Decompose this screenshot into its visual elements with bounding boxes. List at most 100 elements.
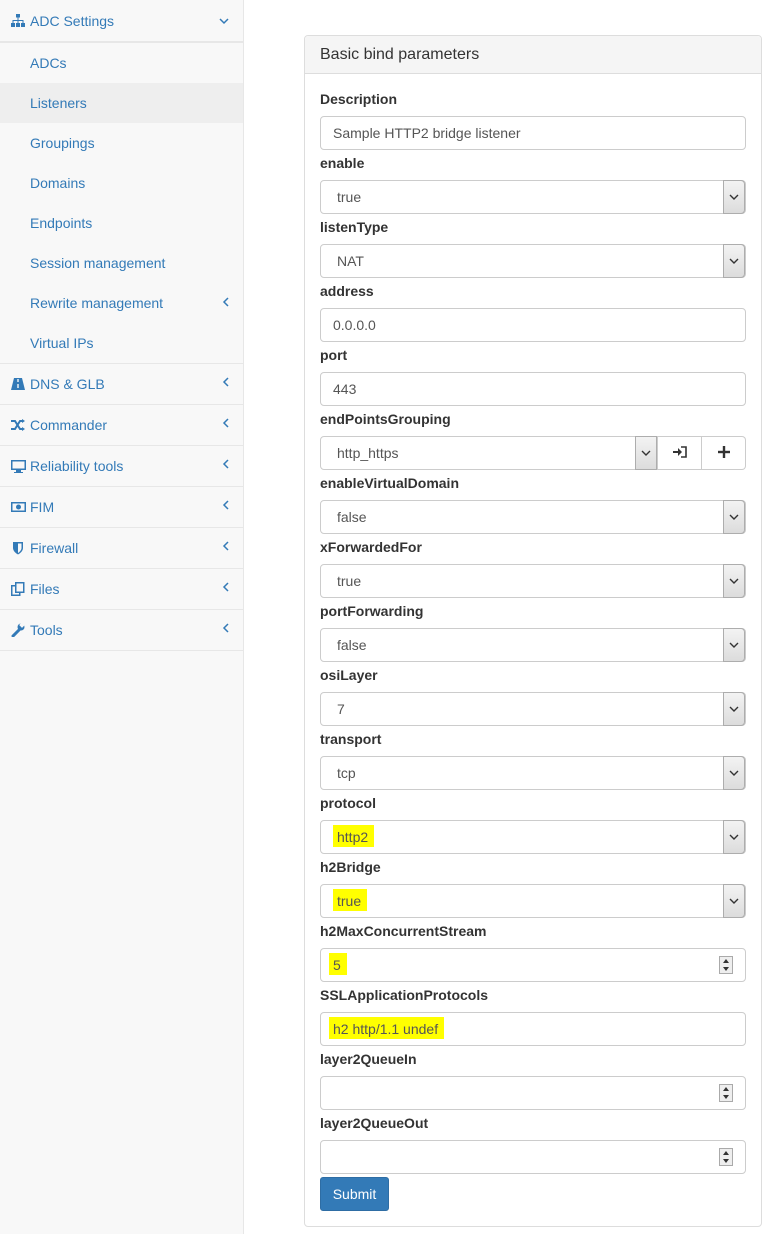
port-label: port	[320, 347, 348, 363]
h2maxconcurrentstream-input[interactable]: 5	[320, 948, 746, 982]
nav-fim-label: FIM	[30, 499, 55, 515]
spinner-arrows-icon[interactable]	[719, 1148, 733, 1166]
portforwarding-label: portForwarding	[320, 603, 424, 619]
enablevirtualdomain-label: enableVirtualDomain	[320, 475, 460, 491]
dropdown-arrow-icon[interactable]	[723, 820, 745, 854]
adc-submenu: ADCs Listeners Groupings Domains Endpoin…	[0, 43, 243, 364]
layer2queuein-label: layer2QueueIn	[320, 1051, 417, 1067]
sidebar-item-rewrite-label: Rewrite management	[30, 295, 164, 311]
dropdown-arrow-icon[interactable]	[723, 692, 745, 726]
xforwardedfor-select[interactable]: true	[320, 564, 746, 598]
sslapplicationprotocols-input[interactable]: h2 http/1.1 undef	[320, 1012, 746, 1046]
sidebar: ADC Settings ADCs Listeners Groupings Do…	[0, 0, 244, 1234]
field-port: port 443	[320, 346, 746, 406]
nav-reliability-tools-label: Reliability tools	[30, 458, 124, 474]
field-enable: enable true	[320, 154, 746, 214]
fim-icon	[10, 499, 26, 515]
layer2queueout-input[interactable]	[320, 1140, 746, 1174]
sidebar-item-groupings[interactable]: Groupings	[0, 123, 243, 163]
listentype-select[interactable]: NAT	[320, 244, 746, 278]
h2maxconcurrentstream-label: h2MaxConcurrentStream	[320, 923, 487, 939]
chevron-left-icon	[222, 417, 229, 431]
field-protocol: protocol http2	[320, 794, 746, 854]
nav-commander-label: Commander	[30, 417, 108, 433]
nav-files[interactable]: Files	[0, 569, 243, 610]
sidebar-item-rewrite-management[interactable]: Rewrite management	[0, 283, 243, 323]
dropdown-arrow-icon[interactable]	[635, 436, 657, 470]
dropdown-arrow-icon[interactable]	[723, 564, 745, 598]
files-icon	[10, 581, 26, 597]
goto-grouping-button[interactable]	[658, 436, 702, 470]
nav-firewall[interactable]: Firewall	[0, 528, 243, 569]
address-input[interactable]: 0.0.0.0	[320, 308, 746, 342]
portforwarding-value: false	[337, 637, 367, 653]
spinner-arrows-icon[interactable]	[719, 1084, 733, 1102]
sidebar-item-virtual-ips[interactable]: Virtual IPs	[0, 323, 243, 363]
osilayer-value: 7	[337, 701, 345, 717]
enable-label: enable	[320, 155, 365, 171]
chevron-left-icon	[222, 283, 229, 323]
dropdown-arrow-icon[interactable]	[723, 756, 745, 790]
chevron-left-icon	[222, 499, 229, 513]
sidebar-item-listeners[interactable]: Listeners	[0, 83, 243, 123]
port-input[interactable]: 443	[320, 372, 746, 406]
protocol-label: protocol	[320, 795, 376, 811]
dropdown-arrow-icon[interactable]	[723, 628, 745, 662]
field-layer2queuein: layer2QueueIn	[320, 1050, 746, 1110]
nav-reliability-tools[interactable]: Reliability tools	[0, 446, 243, 487]
adc-settings-section: ADC Settings	[0, 0, 243, 43]
nav-tools-label: Tools	[30, 622, 63, 638]
transport-select[interactable]: tcp	[320, 756, 746, 790]
xforwardedfor-label: xForwardedFor	[320, 539, 422, 555]
endpointsgrouping-label: endPointsGrouping	[320, 411, 451, 427]
add-grouping-button[interactable]	[702, 436, 746, 470]
nav-adc-settings[interactable]: ADC Settings	[0, 0, 243, 42]
enable-select[interactable]: true	[320, 180, 746, 214]
monitor-icon	[10, 458, 26, 474]
sidebar-item-adcs[interactable]: ADCs	[0, 43, 243, 83]
chevron-left-icon	[222, 581, 229, 595]
chevron-left-icon	[222, 540, 229, 554]
layer2queueout-label: layer2QueueOut	[320, 1115, 429, 1131]
portforwarding-select[interactable]: false	[320, 628, 746, 662]
road-icon	[10, 376, 26, 392]
h2bridge-select[interactable]: true	[320, 884, 746, 918]
enablevirtualdomain-select[interactable]: false	[320, 500, 746, 534]
nav-dns-glb-label: DNS & GLB	[30, 376, 105, 392]
chevron-left-icon	[222, 376, 229, 390]
h2bridge-label: h2Bridge	[320, 859, 381, 875]
nav-dns-glb[interactable]: DNS & GLB	[0, 364, 243, 405]
field-h2maxconcurrentstream: h2MaxConcurrentStream 5	[320, 922, 746, 982]
sidebar-item-endpoints[interactable]: Endpoints	[0, 203, 243, 243]
sidebar-item-session-management[interactable]: Session management	[0, 243, 243, 283]
sidebar-item-domains[interactable]: Domains	[0, 163, 243, 203]
random-icon	[10, 417, 26, 433]
protocol-select[interactable]: http2	[320, 820, 746, 854]
nav-commander[interactable]: Commander	[0, 405, 243, 446]
shield-icon	[10, 540, 26, 556]
protocol-value: http2	[333, 825, 375, 847]
endpointsgrouping-select[interactable]: http_https	[320, 436, 658, 470]
wrench-icon	[10, 622, 26, 638]
osilayer-select[interactable]: 7	[320, 692, 746, 726]
dropdown-arrow-icon[interactable]	[723, 500, 745, 534]
address-label: address	[320, 283, 374, 299]
transport-label: transport	[320, 731, 382, 747]
spinner-arrows-icon[interactable]	[719, 956, 733, 974]
description-input[interactable]: Sample HTTP2 bridge listener	[320, 116, 746, 150]
nav-tools[interactable]: Tools	[0, 610, 243, 651]
dropdown-arrow-icon[interactable]	[723, 884, 745, 918]
log-in-icon	[672, 445, 687, 461]
nav-fim[interactable]: FIM	[0, 487, 243, 528]
sslapplicationprotocols-value: h2 http/1.1 undef	[329, 1017, 445, 1039]
listentype-label: listenType	[320, 219, 389, 235]
dropdown-arrow-icon[interactable]	[723, 244, 745, 278]
chevron-left-icon	[222, 458, 229, 472]
dropdown-arrow-icon[interactable]	[723, 180, 745, 214]
field-enablevirtualdomain: enableVirtualDomain false	[320, 474, 746, 534]
layer2queuein-input[interactable]	[320, 1076, 746, 1110]
sslapplicationprotocols-label: SSLApplicationProtocols	[320, 987, 489, 1003]
xforwardedfor-value: true	[337, 573, 362, 589]
submit-button[interactable]: Submit	[320, 1177, 389, 1211]
enable-value: true	[337, 189, 362, 205]
